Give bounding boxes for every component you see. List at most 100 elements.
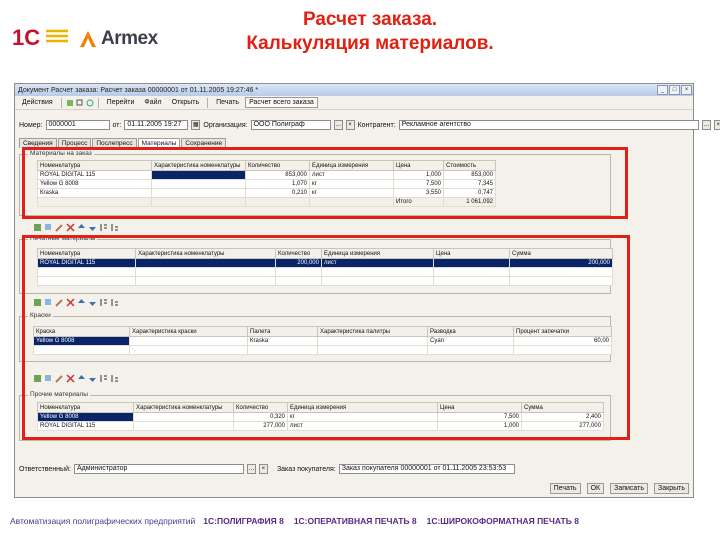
column-header[interactable]: Характеристика номенклатуры bbox=[133, 402, 234, 413]
table-row[interactable]: Yellow G 8008 Кraska Cyan 60,00 bbox=[33, 336, 612, 346]
move-up-icon[interactable] bbox=[77, 223, 86, 232]
copy-row-icon[interactable] bbox=[44, 223, 53, 232]
tab-info[interactable]: Сведения bbox=[19, 138, 57, 148]
cell-selected[interactable]: Yellow G 8008 bbox=[33, 336, 130, 346]
cell[interactable] bbox=[151, 179, 246, 189]
clear-contractor-button[interactable]: × bbox=[713, 120, 720, 130]
maximize-button[interactable]: □ bbox=[669, 85, 680, 95]
column-header[interactable]: Количество bbox=[245, 160, 310, 171]
copy-row-icon[interactable] bbox=[44, 374, 53, 383]
move-down-icon[interactable] bbox=[88, 223, 97, 232]
number-field[interactable]: 0000001 bbox=[45, 120, 110, 130]
select-organization-button[interactable]: … bbox=[333, 120, 343, 130]
cell[interactable]: 0,210 bbox=[245, 188, 310, 198]
add-row-icon[interactable] bbox=[33, 374, 42, 383]
cell[interactable]: 1,000 bbox=[393, 170, 444, 180]
clear-organization-button[interactable]: × bbox=[345, 120, 355, 130]
cell[interactable]: 853,000 bbox=[443, 170, 496, 180]
close-window-button[interactable]: Закрыть bbox=[654, 483, 689, 494]
move-down-icon[interactable] bbox=[88, 374, 97, 383]
menu-goto[interactable]: Перейти bbox=[103, 97, 139, 108]
column-header[interactable]: Единица измерения bbox=[321, 248, 434, 259]
add-row-icon[interactable] bbox=[33, 298, 42, 307]
cell[interactable]: 0,320 bbox=[233, 412, 288, 422]
column-header[interactable]: Сумма bbox=[509, 248, 613, 259]
cell[interactable]: Кraska bbox=[37, 188, 152, 198]
cell[interactable]: кг bbox=[287, 412, 438, 422]
cell[interactable]: Cyan bbox=[427, 336, 514, 346]
table-row[interactable]: Yellow G 8008 0,320 кг 7,500 2,400 bbox=[37, 412, 604, 422]
column-header[interactable]: Номенклатура bbox=[37, 402, 134, 413]
column-header[interactable]: Сумма bbox=[521, 402, 604, 413]
menu-actions[interactable]: Действия bbox=[18, 97, 57, 108]
cell[interactable]: 7,500 bbox=[393, 179, 444, 189]
contractor-field[interactable]: Рекламное агентство bbox=[398, 120, 699, 130]
column-header[interactable]: Краска bbox=[33, 326, 130, 337]
tab-saving[interactable]: Сохранение bbox=[181, 138, 227, 148]
close-button[interactable]: × bbox=[681, 85, 692, 95]
add-row-icon[interactable] bbox=[33, 223, 42, 232]
menu-file[interactable]: Файл bbox=[140, 97, 165, 108]
edit-row-icon[interactable] bbox=[55, 223, 64, 232]
sort-desc-icon[interactable] bbox=[110, 223, 119, 232]
edit-row-icon[interactable] bbox=[55, 374, 64, 383]
print-button[interactable]: Печать bbox=[549, 483, 581, 494]
sort-asc-icon[interactable] bbox=[99, 298, 108, 307]
cell-selected[interactable]: Yellow G 8008 bbox=[37, 412, 134, 422]
minimize-button[interactable]: _ bbox=[657, 85, 668, 95]
column-header[interactable]: Единица измерения bbox=[309, 160, 394, 171]
date-field[interactable]: 01.11.2005 19:27 bbox=[124, 120, 189, 130]
move-up-icon[interactable] bbox=[77, 298, 86, 307]
cell[interactable] bbox=[133, 421, 234, 431]
column-header[interactable]: Характеристика номенклатуры bbox=[135, 248, 276, 259]
cell[interactable]: 3,550 bbox=[393, 188, 444, 198]
cell[interactable]: Кraska bbox=[247, 336, 318, 346]
refresh-icon[interactable] bbox=[86, 99, 94, 107]
table-row[interactable]: ROYAL DIGITAL 115 277,000 лист 1,000 277… bbox=[37, 421, 604, 431]
menu-print[interactable]: Печать bbox=[212, 97, 243, 108]
cell[interactable]: 1,070 bbox=[245, 179, 310, 189]
cell[interactable] bbox=[129, 336, 248, 346]
column-header[interactable]: Цена bbox=[437, 402, 522, 413]
select-contractor-button[interactable]: … bbox=[701, 120, 711, 130]
cell[interactable]: 853,000 bbox=[245, 170, 310, 180]
cell[interactable]: Yellow G 8008 bbox=[37, 179, 152, 189]
responsible-field[interactable]: Администратор bbox=[73, 464, 244, 474]
sort-desc-icon[interactable] bbox=[110, 298, 119, 307]
tab-postpress[interactable]: Послепресс bbox=[92, 138, 137, 148]
cell[interactable]: лист bbox=[287, 421, 438, 431]
copy-icon[interactable] bbox=[76, 99, 84, 107]
column-header[interactable]: Процент запечатки bbox=[513, 326, 612, 337]
sort-asc-icon[interactable] bbox=[99, 223, 108, 232]
cell[interactable]: кг bbox=[309, 188, 394, 198]
clear-responsible-button[interactable]: × bbox=[258, 464, 268, 474]
basis-field[interactable]: Заказ покупателя 00000001 от 01.11.2005 … bbox=[338, 464, 515, 474]
edit-row-icon[interactable] bbox=[55, 298, 64, 307]
cell[interactable]: кг bbox=[309, 179, 394, 189]
delete-row-icon[interactable] bbox=[66, 223, 75, 232]
select-responsible-button[interactable]: … bbox=[246, 464, 256, 474]
cell[interactable]: 1,000 bbox=[437, 421, 522, 431]
cell[interactable] bbox=[133, 412, 234, 422]
column-header[interactable]: Палета bbox=[247, 326, 318, 337]
table-row-selected[interactable]: ROYAL DIGITAL 115 200,000 лист 200,000 bbox=[37, 258, 613, 268]
cell-selected[interactable] bbox=[151, 170, 246, 180]
calculate-order-button[interactable]: Расчет всего заказа bbox=[245, 97, 318, 108]
table-row[interactable]: ROYAL DIGITAL 115 853,000 лист 1,000 853… bbox=[37, 170, 496, 180]
cell[interactable]: лист bbox=[321, 258, 434, 268]
cell[interactable]: 277,000 bbox=[233, 421, 288, 431]
cell[interactable]: 200,000 bbox=[509, 258, 613, 268]
ok-button[interactable]: ОК bbox=[586, 483, 605, 494]
move-down-icon[interactable] bbox=[88, 298, 97, 307]
column-header[interactable]: Цена bbox=[433, 248, 510, 259]
cell[interactable]: ROYAL DIGITAL 115 bbox=[37, 258, 136, 268]
tab-materials[interactable]: Материалы bbox=[137, 138, 181, 148]
column-header[interactable]: Стоимость bbox=[443, 160, 496, 171]
delete-row-icon[interactable] bbox=[66, 298, 75, 307]
copy-row-icon[interactable] bbox=[44, 298, 53, 307]
sort-desc-icon[interactable] bbox=[110, 374, 119, 383]
cell[interactable]: 200,000 bbox=[275, 258, 322, 268]
calendar-icon[interactable]: ▦ bbox=[191, 120, 201, 130]
cell[interactable]: 60,00 bbox=[513, 336, 612, 346]
column-header[interactable]: Характеристика краски bbox=[129, 326, 248, 337]
